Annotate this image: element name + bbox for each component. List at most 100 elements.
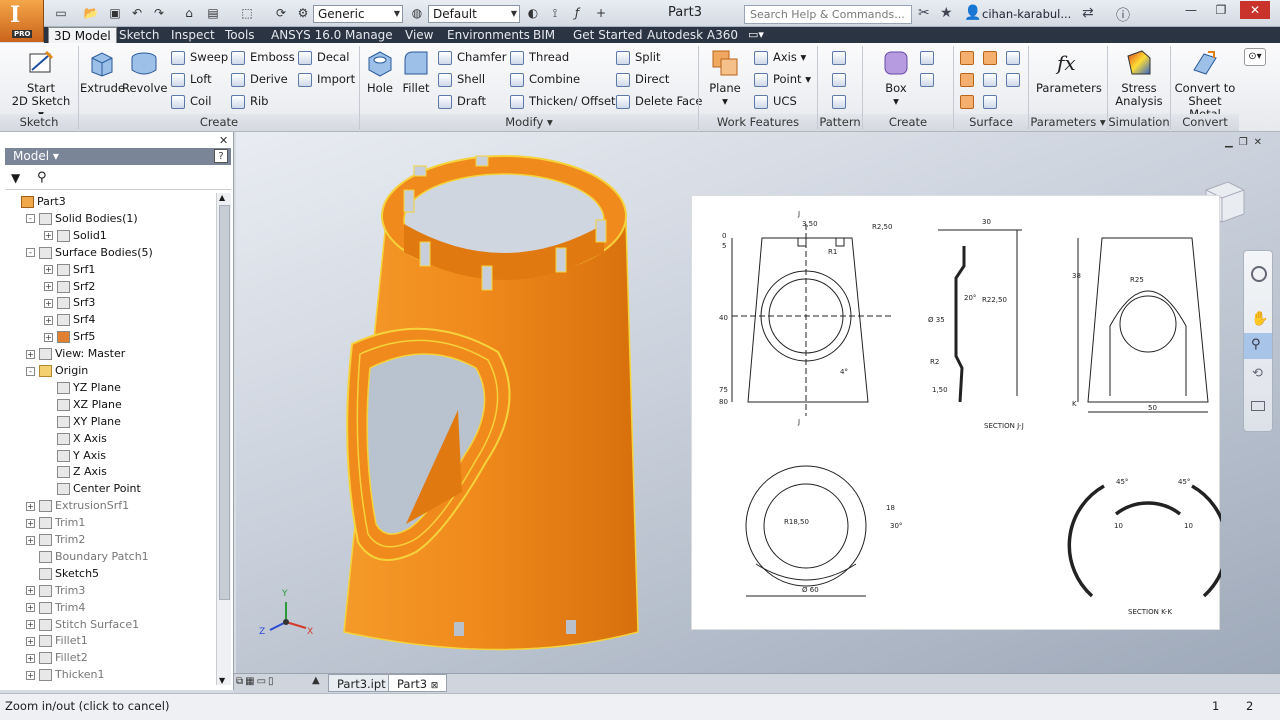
star-icon[interactable]: ★ [940, 5, 953, 21]
look-at-icon[interactable] [1251, 401, 1265, 411]
tree-node[interactable]: + ExtrusionSrf1 [26, 497, 129, 514]
rectangular-pattern-button[interactable] [832, 48, 851, 66]
tree-node[interactable]: + Thicken1 [26, 666, 105, 683]
expand-icon[interactable]: + [44, 298, 53, 308]
ribbon-options-button[interactable]: ⊙▾ [1244, 48, 1266, 66]
exchange-icon[interactable]: ⇄ [1082, 5, 1094, 21]
redo-icon[interactable]: ↷ [150, 5, 168, 21]
circular-pattern-button[interactable] [832, 70, 851, 88]
scrollbar-thumb[interactable] [219, 205, 230, 600]
mirror-button[interactable] [832, 92, 851, 110]
gear-icon[interactable]: ⚙ [294, 5, 312, 21]
stress-analysis-button[interactable]: Stress Analysis [1110, 48, 1168, 108]
update-icon[interactable]: ⟳ [272, 5, 290, 21]
surface-extend-button[interactable] [1006, 70, 1025, 88]
tree-node[interactable]: Part3 [8, 193, 66, 210]
expand-icon[interactable]: + [44, 265, 53, 275]
expand-icon[interactable]: + [26, 501, 35, 511]
tab-tools[interactable]: Tools [220, 27, 260, 43]
point-button[interactable]: Point ▾ [754, 70, 811, 88]
surface-replace-button[interactable] [960, 92, 979, 110]
expand-icon[interactable]: + [26, 518, 35, 528]
tab-view[interactable]: View [400, 27, 438, 43]
measure-icon[interactable]: ⟟ [546, 5, 564, 21]
surface-stitch-button[interactable] [960, 48, 979, 66]
surface-sculpt-button[interactable] [1006, 48, 1025, 66]
tree-node[interactable]: + Trim2 [26, 531, 85, 548]
tree-node[interactable]: Y Axis [44, 447, 106, 464]
expand-icon[interactable]: + [44, 315, 53, 325]
tab-manage[interactable]: Manage [340, 27, 398, 43]
tab-menu-icon[interactable]: ▲ [312, 675, 320, 686]
thicken-offset-button[interactable]: Thicken/ Offset [510, 92, 616, 110]
tree-node[interactable]: Center Point [44, 480, 141, 497]
zoom-icon[interactable]: ⚲ [1244, 333, 1272, 359]
maximize-button[interactable]: ❐ [1206, 1, 1236, 19]
plane-button[interactable]: Plane ▾ [704, 48, 746, 108]
panel-title-parameters[interactable]: Parameters ▾ [1029, 114, 1107, 131]
delete-face-button[interactable]: Delete Face [616, 92, 702, 110]
search-input[interactable]: Search Help & Commands... [744, 5, 912, 24]
tree-node[interactable]: + Stitch Surface1 [26, 616, 139, 633]
surface-delete-button[interactable] [983, 70, 1002, 88]
tree-node[interactable]: X Axis [44, 430, 107, 447]
derive-button[interactable]: Derive [231, 70, 288, 88]
coil-button[interactable]: Coil [171, 92, 211, 110]
browser-scrollbar[interactable]: ▲ ▼ [216, 193, 231, 685]
expand-icon[interactable]: + [26, 349, 35, 359]
help-icon[interactable]: ⓘ [1116, 5, 1130, 25]
import-button[interactable]: Import [298, 70, 355, 88]
tab-inspect[interactable]: Inspect [166, 27, 220, 43]
tree-node[interactable]: Z Axis [44, 463, 107, 480]
expand-icon[interactable]: + [44, 231, 53, 241]
open-icon[interactable]: 📂 [82, 5, 100, 21]
tab-overflow-icon[interactable]: ▭▾ [748, 28, 764, 41]
collapse-icon[interactable]: - [26, 214, 35, 224]
tab-ansys[interactable]: ANSYS 16.0 [266, 27, 346, 43]
split-button[interactable]: Split [616, 48, 661, 66]
user-icon[interactable]: 👤 [964, 5, 981, 21]
find-icon[interactable]: ⚲ [37, 170, 47, 185]
draft-button[interactable]: Draft [438, 92, 486, 110]
model-browser-header[interactable]: Model ▾? [5, 148, 231, 165]
thread-button[interactable]: Thread [510, 48, 569, 66]
application-menu-button[interactable]: I PRO [0, 0, 44, 42]
tree-node[interactable]: + Trim1 [26, 514, 85, 531]
tab-bim[interactable]: BIM [528, 27, 560, 43]
start-2d-sketch-button[interactable]: Start2D Sketch ▾ [10, 48, 72, 121]
loft-button[interactable]: Loft [171, 70, 212, 88]
tree-node[interactable]: Boundary Patch1 [26, 548, 149, 565]
expand-icon[interactable]: + [26, 636, 35, 646]
shell-button[interactable]: Shell [438, 70, 485, 88]
surface-trim-button[interactable] [960, 70, 979, 88]
close-button[interactable]: ✕ [1240, 1, 1270, 19]
collapse-icon[interactable]: - [26, 366, 35, 376]
plus-icon[interactable]: + [592, 5, 610, 21]
undo-icon[interactable]: ↶ [128, 5, 146, 21]
save-icon[interactable]: ▣ [106, 5, 124, 21]
tree-node[interactable]: - Surface Bodies(5) [26, 244, 153, 261]
tab-autodesk-a360[interactable]: Autodesk A360 [642, 27, 743, 43]
extrude-button[interactable]: Extrude [80, 48, 125, 95]
surface-repair-button[interactable] [983, 92, 1002, 110]
tree-node[interactable]: XY Plane [44, 413, 121, 430]
tree-node[interactable]: Sketch5 [26, 565, 99, 582]
orbit-icon[interactable]: ⟲ [1252, 366, 1263, 381]
tab-layout-icons[interactable]: ⧉▦▭▯ [236, 676, 276, 687]
browser-help-icon[interactable]: ? [214, 149, 228, 163]
tree-node[interactable]: + Srf4 [44, 311, 95, 328]
filter-icon[interactable]: ▼ [11, 171, 20, 185]
pan-icon[interactable]: ✋ [1251, 311, 1268, 327]
direct-button[interactable]: Direct [616, 70, 669, 88]
expand-icon[interactable]: + [44, 332, 53, 342]
tree-node[interactable]: + Srf5 [44, 328, 95, 345]
tree-node[interactable]: + Trim3 [26, 582, 85, 599]
expand-icon[interactable]: + [26, 653, 35, 663]
expand-icon[interactable]: + [26, 603, 35, 613]
tree-node[interactable]: YZ Plane [44, 379, 121, 396]
scroll-up-icon[interactable]: ▲ [219, 193, 225, 202]
tab-environments[interactable]: Environments [442, 27, 535, 43]
new-icon[interactable]: ▭ [52, 5, 70, 21]
ucs-button[interactable]: UCS [754, 92, 797, 110]
tab-get-started[interactable]: Get Started [568, 27, 648, 43]
